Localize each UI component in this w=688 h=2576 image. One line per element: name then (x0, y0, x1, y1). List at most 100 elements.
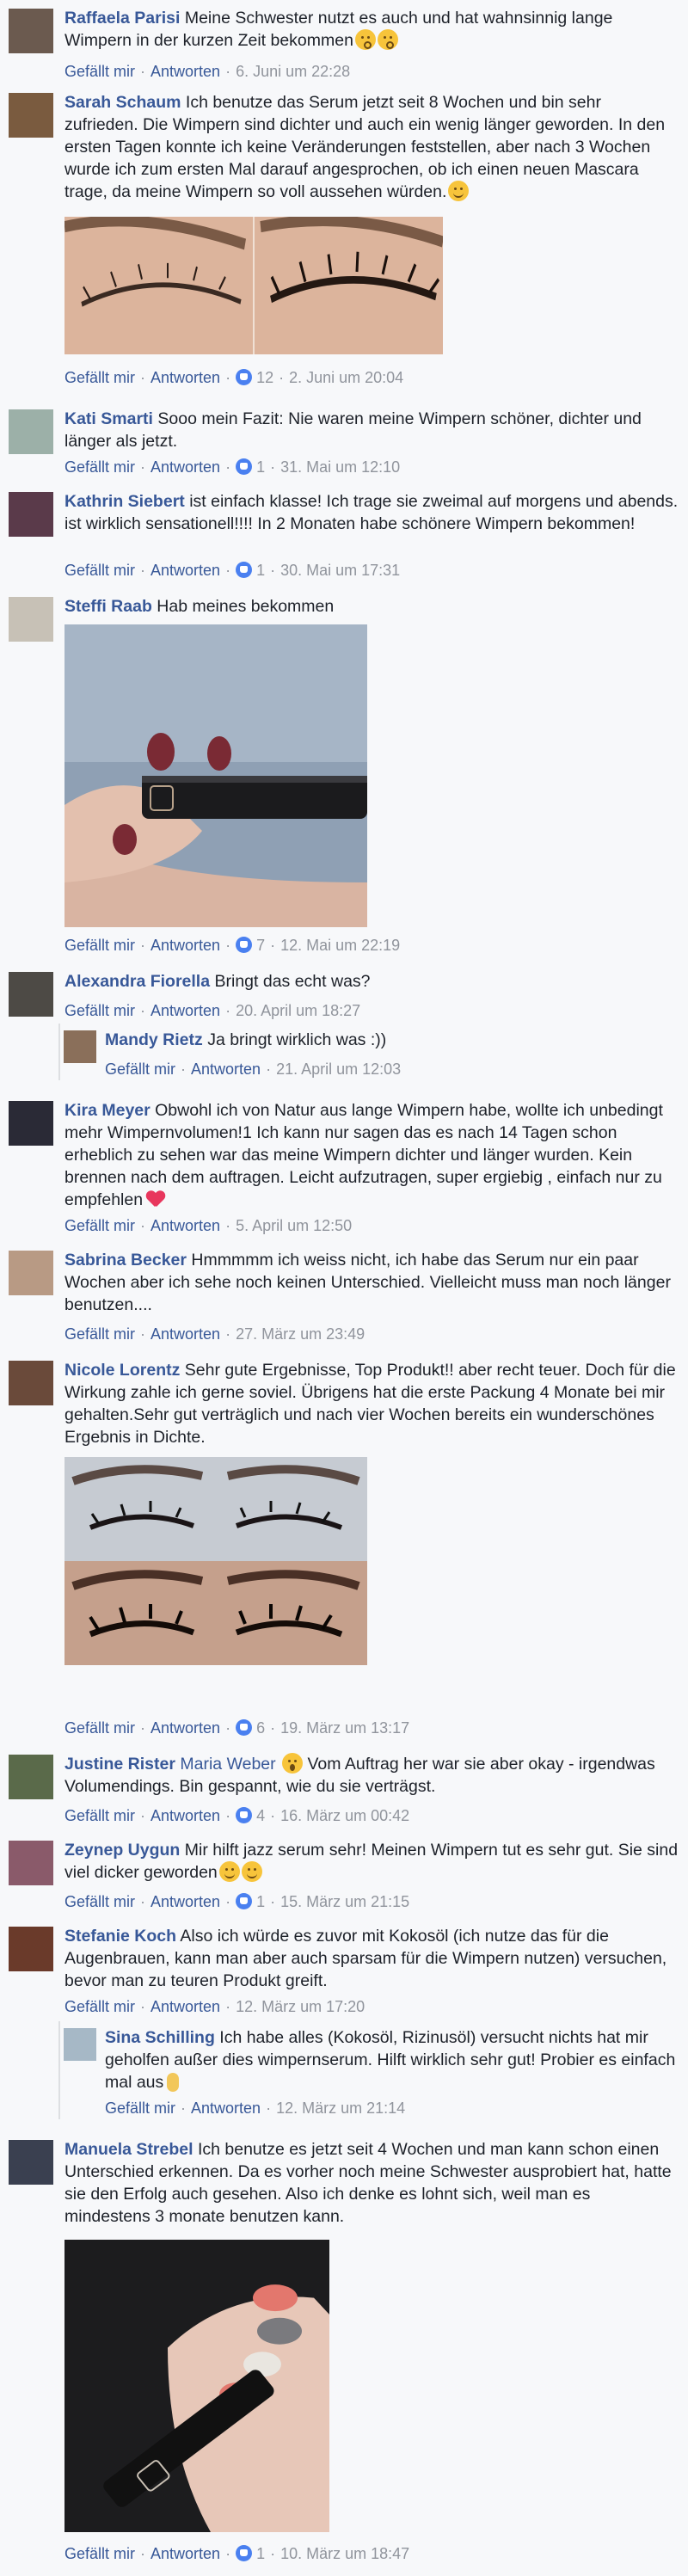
author-name[interactable]: Raffaela Parisi (64, 9, 180, 28)
timestamp[interactable]: 31. Mai um 12:10 (280, 458, 400, 476)
timestamp[interactable]: 16. März um 00:42 (280, 1807, 409, 1824)
timestamp[interactable]: 12. März um 17:20 (236, 1998, 365, 2015)
reply-button[interactable]: Antworten (150, 1217, 220, 1234)
reply-button[interactable]: Antworten (150, 1719, 220, 1737)
author-name[interactable]: Steffi Raab (64, 597, 152, 616)
timestamp[interactable]: 10. März um 18:47 (280, 2545, 409, 2562)
avatar[interactable] (64, 1030, 96, 1063)
author-name[interactable]: Sarah Schaum (64, 93, 181, 112)
author-name[interactable]: Manuela Strebel (64, 2140, 194, 2159)
reply-button[interactable]: Antworten (150, 1002, 220, 1019)
timestamp[interactable]: 27. März um 23:49 (236, 1325, 365, 1343)
like-button[interactable]: Gefällt mir (105, 2100, 175, 2117)
comment-photo[interactable] (64, 1457, 367, 1665)
separator: · (225, 458, 231, 476)
reply-button[interactable]: Antworten (150, 369, 220, 386)
timestamp[interactable]: 30. Mai um 17:31 (280, 562, 400, 579)
like-count[interactable]: 1 (256, 1893, 265, 1910)
avatar[interactable] (9, 1101, 53, 1146)
like-count[interactable]: 4 (256, 1807, 265, 1824)
reply-button[interactable]: Antworten (150, 1998, 220, 2015)
avatar[interactable] (9, 972, 53, 1017)
like-count-icon[interactable] (236, 562, 253, 578)
timestamp[interactable]: 6. Juni um 22:28 (236, 63, 350, 80)
like-button[interactable]: Gefällt mir (105, 1061, 175, 1078)
like-count-icon[interactable] (236, 1719, 253, 1736)
author-name[interactable]: Mandy Rietz (105, 1030, 203, 1049)
comment-photo[interactable] (64, 217, 443, 354)
like-button[interactable]: Gefällt mir (64, 458, 135, 476)
like-count-icon[interactable] (236, 937, 253, 953)
like-button[interactable]: Gefällt mir (64, 63, 135, 80)
timestamp[interactable]: 12. Mai um 22:19 (280, 937, 400, 954)
avatar[interactable] (64, 2028, 96, 2061)
reply-body: Mandy Rietz Ja bringt wirklich was :)) (105, 1029, 677, 1051)
separator: · (181, 2100, 187, 2117)
avatar[interactable] (9, 492, 53, 537)
author-name[interactable]: Kati Smarti (64, 409, 153, 428)
reply-button[interactable]: Antworten (150, 1325, 220, 1343)
reply-button[interactable]: Antworten (150, 63, 220, 80)
author-name[interactable]: Alexandra Fiorella (64, 972, 210, 991)
timestamp[interactable]: 2. Juni um 20:04 (289, 369, 403, 386)
like-button[interactable]: Gefällt mir (64, 2545, 135, 2562)
author-name[interactable]: Stefanie Koch (64, 1927, 176, 1946)
author-name[interactable]: Sabrina Becker (64, 1251, 187, 1270)
like-count[interactable]: 12 (256, 369, 273, 386)
author-name[interactable]: Zeynep Uygun (64, 1841, 180, 1860)
author-name[interactable]: Sina Schilling (105, 2028, 215, 2047)
like-button[interactable]: Gefällt mir (64, 369, 135, 386)
timestamp[interactable]: 15. März um 21:15 (280, 1893, 409, 1910)
smiling-face-icon (241, 1861, 262, 1882)
author-name[interactable]: Justine Rister (64, 1755, 175, 1774)
like-button[interactable]: Gefällt mir (64, 1807, 135, 1824)
like-button[interactable]: Gefällt mir (64, 1325, 135, 1343)
author-name[interactable]: Nicole Lorentz (64, 1361, 180, 1380)
avatar[interactable] (9, 1251, 53, 1295)
avatar[interactable] (9, 2140, 53, 2185)
like-count-icon[interactable] (236, 2545, 253, 2561)
reply-button[interactable]: Antworten (150, 1807, 220, 1824)
author-name[interactable]: Kira Meyer (64, 1101, 150, 1120)
like-button[interactable]: Gefällt mir (64, 1719, 135, 1737)
timestamp[interactable]: 5. April um 12:50 (236, 1217, 352, 1234)
author-name[interactable]: Kathrin Siebert (64, 492, 185, 511)
avatar[interactable] (9, 1927, 53, 1971)
reply-button[interactable]: Antworten (150, 562, 220, 579)
avatar[interactable] (9, 409, 53, 454)
reply-button[interactable]: Antworten (150, 2545, 220, 2562)
avatar[interactable] (9, 597, 53, 642)
like-count-icon[interactable] (236, 369, 253, 385)
like-button[interactable]: Gefällt mir (64, 937, 135, 954)
timestamp[interactable]: 20. April um 18:27 (236, 1002, 360, 1019)
avatar[interactable] (9, 1361, 53, 1405)
timestamp[interactable]: 12. März um 21:14 (276, 2100, 405, 2117)
tagged-user[interactable]: Maria Weber (180, 1755, 275, 1774)
like-count[interactable]: 7 (256, 937, 265, 954)
avatar[interactable] (9, 9, 53, 53)
like-count[interactable]: 6 (256, 1719, 265, 1737)
like-count[interactable]: 1 (256, 2545, 265, 2562)
reply-button[interactable]: Antworten (150, 937, 220, 954)
like-button[interactable]: Gefällt mir (64, 562, 135, 579)
like-count[interactable]: 1 (256, 458, 265, 476)
reply-button[interactable]: Antworten (150, 458, 220, 476)
reply-button[interactable]: Antworten (191, 2100, 261, 2117)
avatar[interactable] (9, 93, 53, 138)
like-count[interactable]: 1 (256, 562, 265, 579)
like-button[interactable]: Gefällt mir (64, 1002, 135, 1019)
reply-button[interactable]: Antworten (150, 1893, 220, 1910)
comment-photo[interactable] (64, 624, 367, 927)
timestamp[interactable]: 21. April um 12:03 (276, 1061, 401, 1078)
avatar[interactable] (9, 1841, 53, 1885)
like-count-icon[interactable] (236, 1893, 253, 1909)
like-button[interactable]: Gefällt mir (64, 1998, 135, 2015)
reply-button[interactable]: Antworten (191, 1061, 261, 1078)
like-button[interactable]: Gefällt mir (64, 1893, 135, 1910)
comment-photo[interactable] (64, 2240, 329, 2532)
timestamp[interactable]: 19. März um 13:17 (280, 1719, 409, 1737)
like-button[interactable]: Gefällt mir (64, 1217, 135, 1234)
avatar[interactable] (9, 1755, 53, 1799)
like-count-icon[interactable] (236, 1807, 253, 1823)
like-count-icon[interactable] (236, 458, 253, 475)
